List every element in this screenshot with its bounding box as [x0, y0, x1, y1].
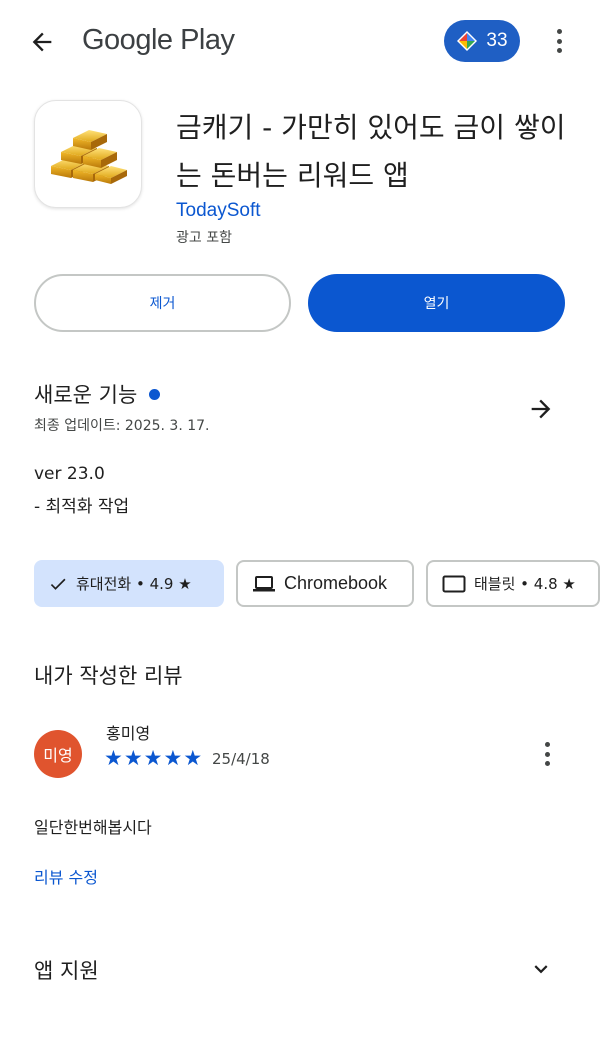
developer-link[interactable]: TodaySoft: [176, 200, 261, 222]
chip-phone-label: 휴대전화 • 4.9 ★: [76, 575, 192, 593]
whats-new-arrow-button[interactable]: [524, 392, 558, 426]
contains-ads-label: 광고 포함: [176, 230, 232, 246]
check-icon: [50, 578, 66, 590]
star-icon: ★: [183, 746, 203, 770]
play-points-diamond-icon: [457, 31, 478, 51]
release-notes-body: - 최적화 작업: [34, 497, 130, 517]
uninstall-button[interactable]: 제거: [34, 274, 291, 332]
chip-chromebook-label: Chromebook: [284, 573, 388, 593]
more-vert-icon: [544, 742, 550, 747]
chip-tablet-label: 태블릿 • 4.8 ★: [474, 575, 576, 593]
edit-review-link[interactable]: 리뷰 수정: [34, 864, 98, 888]
chip-tablet[interactable]: 태블릿 • 4.8 ★: [426, 560, 600, 607]
gold-bars-icon: [51, 130, 127, 184]
new-indicator-dot: [149, 388, 161, 400]
whats-new-title: 새로운 기능: [34, 383, 138, 407]
release-notes-version: ver 23.0: [34, 464, 105, 484]
store-logo: Google Play: [82, 24, 235, 56]
app-support-title[interactable]: 앱 지원: [34, 955, 99, 985]
arrow-forward-icon: [531, 399, 551, 419]
more-vert-icon: [556, 29, 562, 34]
review-date: 25/4/18: [212, 750, 270, 768]
star-icon: ★: [163, 746, 183, 770]
reviewer-name: 홍미영: [106, 724, 151, 743]
chip-phone[interactable]: 휴대전화 • 4.9 ★: [34, 560, 224, 607]
my-review-heading: 내가 작성한 리뷰: [34, 664, 183, 688]
points-count: 33: [486, 30, 508, 51]
app-icon: [34, 100, 142, 208]
whats-new-header[interactable]: 새로운 기능: [34, 379, 161, 409]
more-options-button[interactable]: [548, 26, 570, 56]
play-points-button[interactable]: 33: [444, 20, 520, 62]
last-updated-text: 최종 업데이트: 2025. 3. 17.: [34, 418, 210, 434]
tablet-icon: [442, 575, 466, 592]
avatar: 미영: [34, 730, 82, 778]
review-more-button[interactable]: [538, 740, 556, 768]
arrow-back-icon: [32, 32, 52, 52]
laptop-icon: [253, 575, 275, 591]
star-icon: ★: [123, 746, 143, 770]
star-icon: ★: [143, 746, 163, 770]
app-support-expand-button[interactable]: [526, 955, 556, 983]
chevron-down-icon: [534, 965, 548, 974]
back-button[interactable]: [22, 24, 62, 60]
app-title: 금캐기 - 가만히 있어도 금이 쌓이는 돈버는 리워드 앱: [176, 111, 566, 192]
open-button[interactable]: 열기: [308, 274, 565, 332]
rating-stars: ★ ★ ★ ★ ★: [104, 746, 202, 770]
star-icon: ★: [104, 746, 123, 770]
review-text: 일단한번해봅시다: [34, 818, 152, 837]
top-app-bar: Google Play 33: [0, 0, 600, 84]
chip-chromebook[interactable]: Chromebook: [236, 560, 414, 607]
